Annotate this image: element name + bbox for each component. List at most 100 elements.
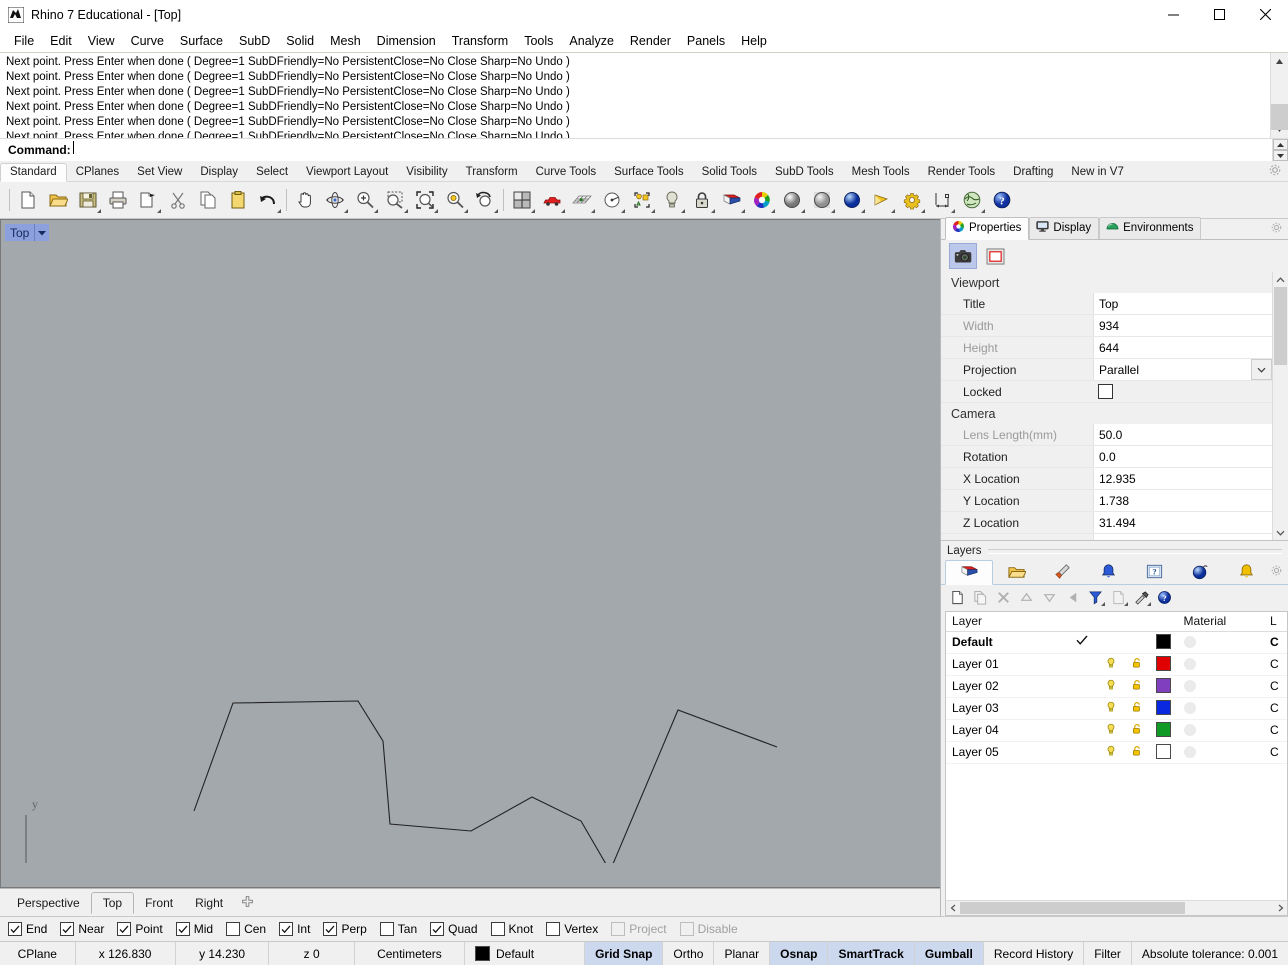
property-value-projection[interactable]: Parallel [1093, 359, 1272, 380]
column-header-layer[interactable]: Layer [946, 612, 1066, 632]
menu-analyze[interactable]: Analyze [561, 32, 621, 50]
property-value-x-location[interactable]: 12.935 [1093, 468, 1272, 489]
layer-visibility-bulb-icon[interactable] [1098, 719, 1125, 742]
scroll-right-icon[interactable] [1273, 901, 1287, 915]
globe-icon[interactable] [957, 185, 987, 215]
light-bulb-icon[interactable] [657, 185, 687, 215]
help-icon[interactable]: ? [987, 185, 1017, 215]
viewport-title-label[interactable]: Top [5, 224, 50, 241]
spinner-down-icon[interactable] [1273, 150, 1288, 161]
toolbar-tab-subd-tools[interactable]: SubD Tools [766, 164, 843, 181]
scroll-up-icon[interactable] [1271, 53, 1288, 70]
toolbar-tab-standard[interactable]: Standard [0, 163, 67, 182]
layer-linetype[interactable]: C [1264, 631, 1287, 654]
menu-file[interactable]: File [6, 32, 42, 50]
layer-material[interactable] [1177, 631, 1265, 654]
property-value-title[interactable]: Top [1093, 293, 1272, 314]
layer-name[interactable]: Default [946, 631, 1066, 654]
toolbar-tab-visibility[interactable]: Visibility [397, 164, 456, 181]
panel-tab-named-views[interactable]: ? [1131, 561, 1177, 584]
zoom-previous-icon[interactable] [470, 185, 500, 215]
layer-color-swatch[interactable] [1149, 719, 1178, 742]
layer-linetype[interactable]: C [1264, 719, 1287, 742]
layer-visibility-bulb-icon[interactable] [1098, 631, 1125, 654]
layer-name[interactable]: Layer 03 [946, 697, 1066, 720]
layer-lock-icon[interactable] [1124, 697, 1150, 720]
menu-render[interactable]: Render [622, 32, 679, 50]
layer-color-swatch[interactable] [1149, 631, 1178, 654]
layer-row[interactable]: Layer 03 C [946, 697, 1287, 720]
zoom-in-icon[interactable] [350, 185, 380, 215]
menu-mesh[interactable]: Mesh [322, 32, 369, 50]
pan-hand-icon[interactable] [290, 185, 320, 215]
property-value-rotation[interactable]: 0.0 [1093, 446, 1272, 467]
dimension-icon[interactable] [927, 185, 957, 215]
layers-options-gear-icon[interactable] [1270, 564, 1283, 580]
toolbar-tab-transform[interactable]: Transform [457, 164, 527, 181]
command-prompt-spinner[interactable] [1272, 139, 1288, 161]
layer-color-swatch[interactable] [1149, 697, 1178, 720]
layer-current-checkmark-icon[interactable] [1065, 675, 1099, 698]
panel-tab-display[interactable]: Display [1029, 217, 1100, 239]
property-value-distance-to-target[interactable]: 31.494 [1093, 534, 1272, 540]
checkbox[interactable] [546, 922, 561, 936]
viewport-tab-front[interactable]: Front [134, 893, 184, 913]
open-file-icon[interactable] [43, 185, 73, 215]
menu-panels[interactable]: Panels [679, 32, 733, 50]
osnap-toggle-tan[interactable]: Tan [379, 922, 430, 936]
toolbar-tab-set-view[interactable]: Set View [128, 164, 191, 181]
layer-material[interactable] [1177, 719, 1265, 742]
panel-tab-blocks[interactable] [993, 561, 1039, 584]
toolbar-tab-mesh-tools[interactable]: Mesh Tools [843, 164, 919, 181]
duplicate-layer-icon[interactable] [969, 586, 991, 608]
menu-surface[interactable]: Surface [172, 32, 231, 50]
checkbox[interactable] [490, 922, 505, 936]
scroll-left-icon[interactable] [946, 901, 960, 915]
rendered-view-icon[interactable] [837, 185, 867, 215]
zoom-extents-icon[interactable] [410, 185, 440, 215]
column-header-linetype[interactable]: L [1264, 612, 1287, 632]
zoom-window-icon[interactable] [380, 185, 410, 215]
checkbox[interactable] [175, 922, 190, 936]
options-gear-icon[interactable] [897, 185, 927, 215]
layer-linetype[interactable]: C [1264, 675, 1287, 698]
property-row-title[interactable]: Title Top [941, 293, 1272, 315]
osnap-toggle-perp[interactable]: Perp [323, 922, 379, 936]
layer-linetype[interactable]: C [1264, 697, 1287, 720]
property-row-distance-to-target[interactable]: Distance to Target 31.494 [941, 534, 1272, 540]
toolbar-tab-drafting[interactable]: Drafting [1004, 164, 1062, 181]
status-cplane[interactable]: CPlane [0, 942, 76, 965]
panel-tab-environments[interactable]: Environments [1099, 217, 1202, 239]
shaded-view-icon[interactable] [777, 185, 807, 215]
minimize-button[interactable] [1150, 0, 1196, 29]
menu-tools[interactable]: Tools [516, 32, 561, 50]
property-row-locked[interactable]: Locked [941, 381, 1272, 403]
status-current-layer[interactable]: Default [465, 942, 586, 965]
toolbar-tab-surface-tools[interactable]: Surface Tools [605, 164, 692, 181]
print-icon[interactable] [103, 185, 133, 215]
layer-current-checkmark-icon[interactable] [1065, 653, 1099, 676]
scrollbar-thumb[interactable] [1274, 287, 1287, 365]
ghosted-view-icon[interactable] [807, 185, 837, 215]
rotate-view-icon[interactable] [320, 185, 350, 215]
property-row-z-location[interactable]: Z Location 31.494 [941, 512, 1272, 534]
scrollbar-track[interactable] [960, 901, 1273, 915]
property-row-width[interactable]: Width 934 [941, 315, 1272, 337]
delete-layer-icon[interactable] [992, 586, 1014, 608]
toolbar-tab-display[interactable]: Display [191, 164, 247, 181]
layers-icon[interactable] [717, 185, 747, 215]
column-header-on[interactable] [1098, 612, 1125, 632]
menu-view[interactable]: View [80, 32, 123, 50]
status-toggle-grid-snap[interactable]: Grid Snap [585, 942, 664, 965]
property-row-projection[interactable]: Projection Parallel [941, 359, 1272, 381]
status-toggle-osnap[interactable]: Osnap [770, 942, 829, 965]
checkbox[interactable] [117, 922, 132, 936]
help-icon[interactable]: ? [1153, 586, 1175, 608]
toolbar-tab-new-in-v7[interactable]: New in V7 [1062, 164, 1132, 181]
new-file-icon[interactable] [13, 185, 43, 215]
osnap-toggle-vertex[interactable]: Vertex [546, 922, 611, 936]
status-toggle-planar[interactable]: Planar [714, 942, 771, 965]
checkbox[interactable] [60, 922, 75, 936]
layer-material[interactable] [1177, 697, 1265, 720]
layer-row[interactable]: Layer 01 C [946, 653, 1287, 676]
